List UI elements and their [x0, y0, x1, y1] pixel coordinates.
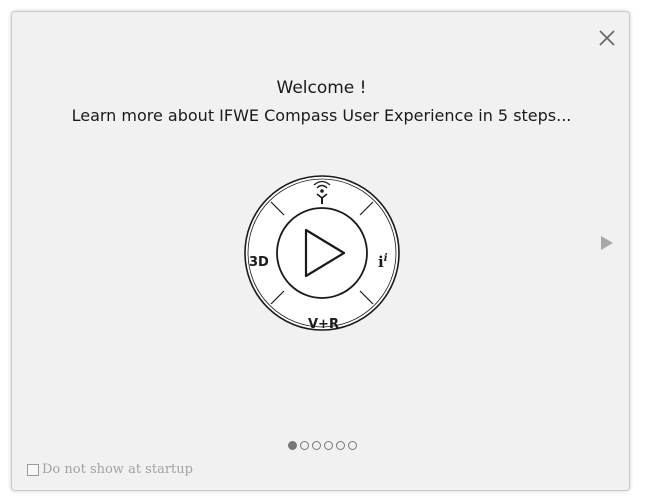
close-icon [599, 30, 615, 46]
compass-label-info-super: i [383, 253, 388, 264]
compass-label-info: ii [378, 253, 388, 271]
welcome-subtitle: Learn more about IFWE Compass User Exper… [71, 106, 572, 125]
compass-label-vr: V+R [308, 317, 339, 332]
pager-dot[interactable] [300, 441, 309, 450]
pager-dot[interactable] [336, 441, 345, 450]
pager-dot[interactable] [348, 441, 357, 450]
compass-widget[interactable]: 3D V+R ii [242, 173, 402, 333]
welcome-dialog: Welcome ! Learn more about IFWE Compass … [11, 11, 630, 491]
pager-dot[interactable] [312, 441, 321, 450]
step-pager [288, 441, 357, 453]
close-button[interactable] [597, 28, 617, 48]
startup-label: Do not show at startup [42, 462, 193, 477]
startup-checkbox[interactable] [27, 463, 39, 476]
welcome-title: Welcome ! [276, 78, 367, 98]
compass-label-vr-text: V+R [308, 317, 339, 332]
next-step-button[interactable] [598, 234, 616, 252]
startup-option[interactable]: Do not show at startup [27, 462, 193, 477]
pager-dot[interactable] [324, 441, 333, 450]
pager-dot[interactable] [288, 441, 297, 450]
play-arrow-icon [601, 236, 613, 250]
compass-label-3d: 3D [249, 255, 269, 270]
